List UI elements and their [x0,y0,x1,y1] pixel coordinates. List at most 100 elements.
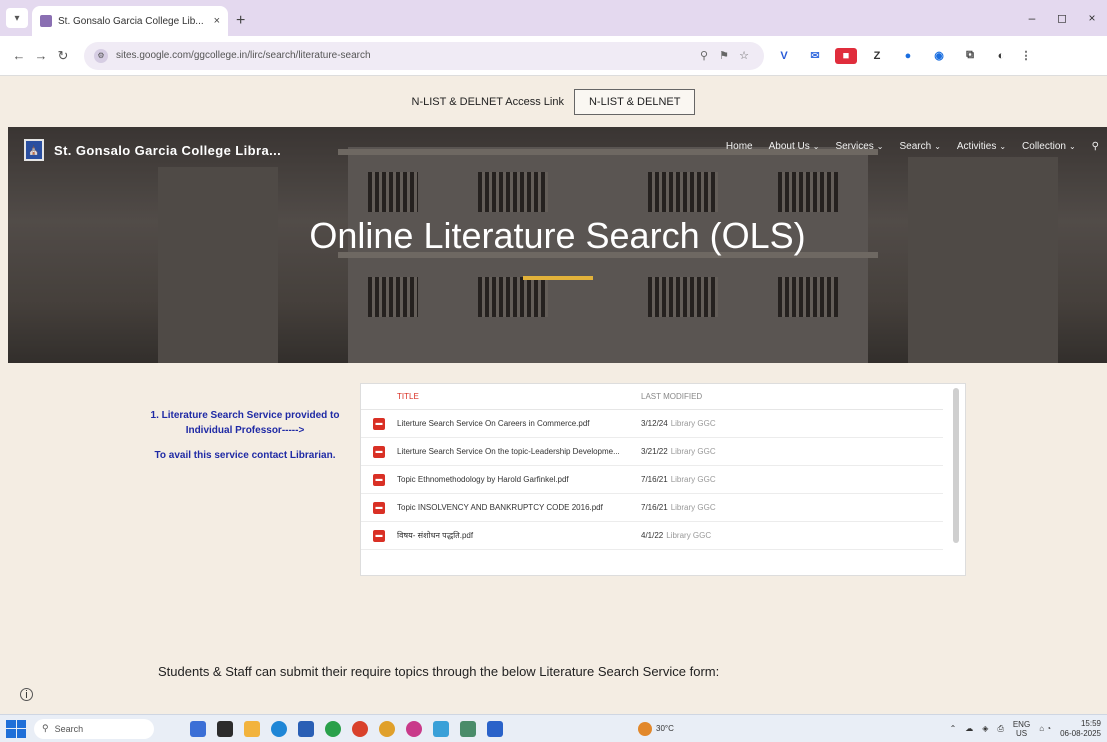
nav-collection[interactable]: Collection ⌄ [1022,141,1076,152]
file-name-cell: ▬ Literture Search Service On Careers in … [361,409,641,438]
column-header-modified[interactable]: LAST MODIFIED [641,384,943,410]
bookmark-star-icon[interactable]: ☆ [734,49,754,62]
extension-z-icon[interactable]: Z [866,47,888,64]
file-name[interactable]: Literture Search Service On Careers in C… [397,419,590,428]
taskbar-clock[interactable]: 15:59 06-08-2025 [1060,719,1101,739]
onedrive-icon[interactable]: ☁ [965,724,973,733]
file-name[interactable]: Topic Ethnomethodology by Harold Garfink… [397,475,569,484]
site-favicon-icon [40,15,52,27]
file-row[interactable]: ▬ Topic Ethnomethodology by Harold Garfin… [361,465,943,494]
chrome-profile-icon[interactable] [406,720,422,737]
start-menu-icon[interactable] [6,719,26,738]
clock-time: 15:59 [1080,718,1101,728]
announcement-bar: N-LIST & DELNET Access Link N-LIST & DEL… [0,77,1107,127]
file-name-wrap: ▬ Topic Ethnomethodology by Harold Garfin… [361,466,635,493]
url-text[interactable]: sites.google.com/ggcollege.in/lirc/searc… [116,50,694,61]
back-icon[interactable]: ← [8,48,30,63]
printer-icon[interactable]: ⎙ [997,724,1003,734]
weather-widget[interactable]: 30°C [638,721,674,736]
profile-avatar-icon[interactable]: ◐ [990,47,1012,64]
extensions-puzzle-icon[interactable]: ⧉ [959,47,981,64]
hero-banner: ⛪ St. Gonsalo Garcia College Libra... Ho… [8,127,1107,363]
zoom-icon[interactable]: ⚲ [694,49,714,62]
file-modified-by: Library GGC [670,419,716,428]
file-row[interactable]: ▬ Topic INSOLVENCY AND BANKRUPTCY CODE 20… [361,493,943,522]
taskbar-app-icon[interactable] [190,720,206,737]
extension-mail-icon[interactable]: ✉ [804,47,826,64]
drive-file-list: TITLE LAST MODIFIED ▬ Literture Search Se… [360,383,966,576]
chevron-down-icon: ⌄ [934,142,941,151]
browser-tab-strip: ▾ St. Gonsalo Garcia College Lib... × + … [0,0,1107,36]
wifi-volume-battery-icon[interactable]: ⌂ ◔ [1039,724,1051,733]
tab-search-menu-icon[interactable]: ▾ [6,8,28,28]
nav-search[interactable]: Search ⌄ [900,141,941,152]
file-modified-cell: 3/12/24 Library GGC [641,409,943,438]
taskbar-app-icon[interactable] [487,720,503,737]
service-description: 1. Literature Search Service provided to… [145,408,345,473]
tab-close-icon[interactable]: × [214,15,220,27]
tab-title: St. Gonsalo Garcia College Lib... [58,15,204,27]
file-name-cell: ▬ विषय- संशोधन पद्धति.pdf [361,521,641,550]
taskbar-app-icon[interactable] [433,720,449,737]
file-modified-by: Library GGC [666,531,712,540]
file-name[interactable]: विषय- संशोधन पद्धति.pdf [397,530,473,541]
nav-services[interactable]: Services ⌄ [835,141,883,152]
taskbar-app-icon[interactable] [217,720,233,737]
store-icon[interactable] [298,720,314,737]
tray-chevron-up-icon[interactable]: ⌃ [950,724,957,733]
column-header-title[interactable]: TITLE [361,384,641,410]
taskbar-search-box[interactable]: ⚲ Search [34,718,154,739]
nav-home[interactable]: Home [726,141,753,152]
file-modified-by: Library GGC [670,503,716,512]
chrome-profile-icon[interactable] [379,720,395,737]
extension-pocket-icon[interactable]: ◉ [928,47,950,64]
file-modified-by: Library GGC [670,475,716,484]
browser-menu-icon[interactable]: ⋮ [1021,47,1032,64]
nav-label: Collection [1022,141,1066,152]
maximize-button[interactable]: ◻ [1047,11,1077,25]
site-search-icon[interactable]: ⚲ [1092,141,1099,152]
pdf-file-icon: ▬ [373,501,385,514]
extension-v-icon[interactable]: V [773,47,795,64]
info-icon[interactable]: i [20,688,33,701]
site-brand[interactable]: ⛪ St. Gonsalo Garcia College Libra... [24,139,281,161]
extension-blue-circle-icon[interactable]: ● [897,47,919,64]
language-indicator[interactable]: ENG US [1013,720,1030,738]
file-table-header: TITLE LAST MODIFIED [361,384,943,410]
weather-temp: 30°C [656,724,674,733]
chrome-icon[interactable] [325,720,341,737]
site-info-icon[interactable]: ⚙ [94,48,108,63]
college-logo-icon: ⛪ [24,139,44,161]
file-name[interactable]: Topic INSOLVENCY AND BANKRUPTCY CODE 201… [397,503,603,512]
translate-icon[interactable]: ⚑ [714,49,734,62]
nlist-delnet-button[interactable]: N-LIST & DELNET [573,89,696,115]
file-row[interactable]: ▬ Literture Search Service On Careers in … [361,409,943,438]
file-list-scrollbar[interactable] [953,388,959,543]
file-name[interactable]: Literture Search Service On the topic-Le… [397,447,620,456]
file-modified-date: 7/16/21 [641,475,668,484]
nav-label: Activities [956,141,997,152]
nav-activities[interactable]: Activities ⌄ [957,141,1006,152]
system-tray: ⌃ ☁ ◈ ⎙ ENG US ⌂ ◔ 15:59 06-08-2025 [950,719,1101,739]
file-explorer-icon[interactable] [244,720,260,737]
extension-red-icon[interactable]: ■ [835,47,857,64]
file-modified-cell: 7/16/21 Library GGC [641,493,943,522]
edge-browser-icon[interactable] [271,720,287,737]
chrome-profile-icon[interactable] [352,720,368,737]
calculator-icon[interactable] [460,720,476,737]
file-modified-cell: 4/1/22 Library GGC [641,521,943,550]
file-row[interactable]: ▬ विषय- संशोधन पद्धति.pdf 4/1/22 Library GG… [361,521,943,550]
close-window-button[interactable]: × [1077,11,1107,25]
new-tab-button[interactable]: + [236,12,245,30]
address-bar[interactable]: ⚙ sites.google.com/ggcollege.in/lirc/sea… [84,41,764,70]
file-row[interactable]: ▬ Literture Search Service On the topic-L… [361,437,943,466]
file-modified-date: 3/12/24 [641,419,668,428]
forward-icon[interactable]: → [30,48,52,63]
nav-label: Services [835,141,874,152]
search-icon: ⚲ [42,723,49,733]
reload-icon[interactable]: ↻ [52,48,74,64]
minimize-button[interactable]: – [1017,11,1047,25]
tray-app-icon[interactable]: ◈ [982,724,988,733]
nav-about-us[interactable]: About Us ⌄ [769,141,820,152]
browser-tab[interactable]: St. Gonsalo Garcia College Lib... × [32,6,228,36]
